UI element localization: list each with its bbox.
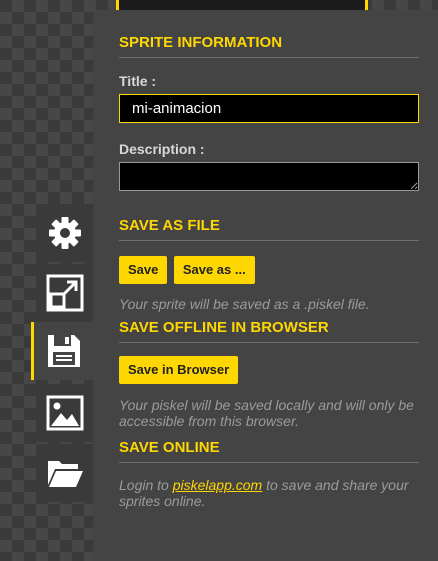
settings-tool-button[interactable]	[36, 204, 93, 262]
save-as-button[interactable]: Save as ...	[173, 256, 255, 284]
save-tool-button[interactable]	[31, 322, 93, 380]
save-button[interactable]: Save	[119, 256, 168, 284]
resize-tool-button[interactable]	[36, 264, 93, 322]
login-text: Login to	[119, 477, 169, 493]
save-offline-heading: SAVE OFFLINE IN BROWSER	[119, 319, 419, 343]
export-tool-button[interactable]	[36, 384, 93, 442]
save-as-file-heading: SAVE AS FILE	[119, 217, 419, 241]
save-as-file-description: Your sprite will be saved as a .piskel f…	[119, 296, 370, 312]
piskelapp-link[interactable]: piskelapp.com	[173, 477, 263, 493]
save-online-heading: SAVE ONLINE	[119, 439, 419, 463]
top-canvas-strip	[116, 0, 368, 10]
description-label: Description :	[119, 141, 205, 157]
resize-icon	[46, 274, 83, 312]
folder-open-icon	[47, 461, 83, 487]
save-settings-panel: SPRITE INFORMATION Title : Description :…	[93, 10, 438, 561]
floppy-disk-icon	[47, 335, 80, 367]
description-textarea[interactable]	[119, 162, 419, 191]
title-label: Title :	[119, 73, 157, 89]
save-offline-description: Your piskel will be saved locally and wi…	[119, 397, 414, 429]
save-online-description: Login to piskelapp.com to save and share…	[119, 477, 419, 509]
import-tool-button[interactable]	[36, 444, 93, 502]
gear-icon	[48, 217, 81, 249]
image-export-icon	[46, 395, 83, 431]
save-in-browser-button[interactable]: Save in Browser	[119, 356, 239, 384]
title-input[interactable]	[119, 94, 419, 123]
sprite-information-heading: SPRITE INFORMATION	[119, 34, 419, 58]
